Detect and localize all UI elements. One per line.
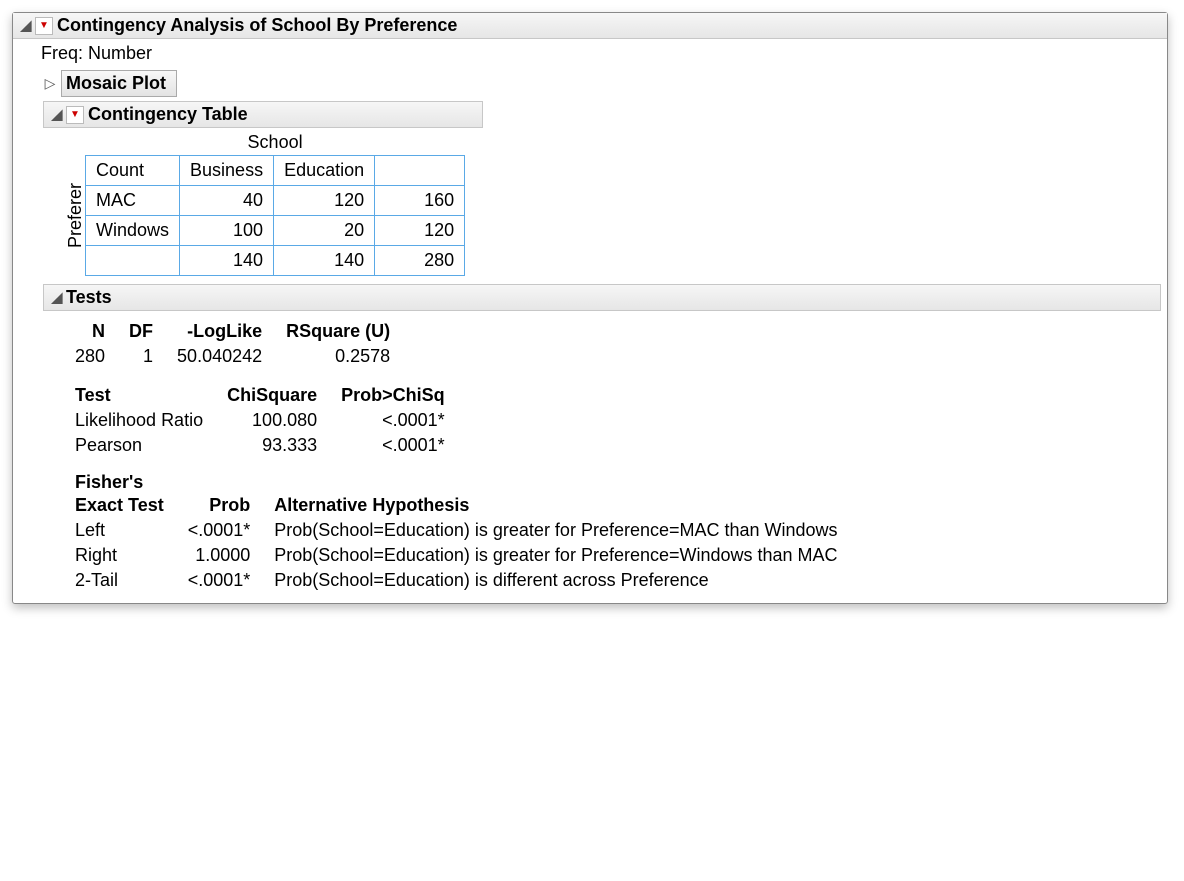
table-row: 2-Tail <.0001* Prob(School=Education) is… bbox=[63, 568, 850, 593]
fisher-header-test: Exact Test bbox=[63, 493, 176, 518]
t2-chisq: 93.333 bbox=[215, 433, 329, 458]
fisher-prob: <.0001* bbox=[176, 568, 263, 593]
fisher-prob: <.0001* bbox=[176, 518, 263, 543]
mosaic-plot-button[interactable]: Mosaic Plot bbox=[61, 70, 177, 97]
fisher-title: Fisher's bbox=[63, 472, 1161, 493]
col-header: Education bbox=[274, 156, 375, 186]
hotspot-menu-icon[interactable]: ▼ bbox=[66, 106, 84, 124]
t2-name: Likelihood Ratio bbox=[63, 408, 215, 433]
table-row: Right 1.0000 Prob(School=Education) is g… bbox=[63, 543, 850, 568]
disclosure-open-icon[interactable]: ◢ bbox=[19, 17, 33, 34]
row-total: 120 bbox=[375, 216, 465, 246]
col-header: Business bbox=[180, 156, 274, 186]
contingency-table: Count Business Education MAC 40 120 160 … bbox=[85, 155, 465, 276]
row-total: 160 bbox=[375, 186, 465, 216]
freq-label: Freq: Number bbox=[19, 39, 1161, 66]
tests-title: Tests bbox=[66, 287, 112, 308]
table-row: Likelihood Ratio 100.080 <.0001* bbox=[63, 408, 457, 433]
table-row: Left <.0001* Prob(School=Education) is g… bbox=[63, 518, 850, 543]
grand-total: 280 bbox=[375, 246, 465, 276]
table-row: Count Business Education bbox=[86, 156, 465, 186]
table-row: 140 140 280 bbox=[86, 246, 465, 276]
cell: 20 bbox=[274, 216, 375, 246]
table-row: Pearson 93.333 <.0001* bbox=[63, 433, 457, 458]
row-label: MAC bbox=[86, 186, 180, 216]
stat-df: 1 bbox=[117, 344, 165, 369]
contingency-table-title: Contingency Table bbox=[88, 104, 248, 125]
stat-header-df: DF bbox=[117, 319, 165, 344]
hotspot-menu-icon[interactable]: ▼ bbox=[35, 17, 53, 35]
fisher-name: Left bbox=[63, 518, 176, 543]
t2-prob: <.0001* bbox=[329, 408, 457, 433]
t2-chisq: 100.080 bbox=[215, 408, 329, 433]
row-label: Windows bbox=[86, 216, 180, 246]
row-var-label: Preferer bbox=[63, 183, 85, 248]
fisher-header-prob: Prob bbox=[176, 493, 263, 518]
disclosure-open-icon[interactable]: ◢ bbox=[50, 106, 64, 123]
disclosure-closed-icon[interactable]: ▷ bbox=[43, 75, 57, 92]
chisq-table: Test ChiSquare Prob>ChiSq Likelihood Rat… bbox=[63, 383, 457, 458]
t2-header-test: Test bbox=[63, 383, 215, 408]
contingency-table-block: School Preferer Count Business Education… bbox=[63, 132, 1161, 276]
mosaic-plot-label: Mosaic Plot bbox=[66, 73, 166, 94]
stat-rsq: 0.2578 bbox=[274, 344, 402, 369]
t2-name: Pearson bbox=[63, 433, 215, 458]
fisher-name: 2-Tail bbox=[63, 568, 176, 593]
main-title: Contingency Analysis of School By Prefer… bbox=[57, 15, 457, 36]
stat-loglike: 50.040242 bbox=[165, 344, 274, 369]
cell: 40 bbox=[180, 186, 274, 216]
fisher-alt: Prob(School=Education) is greater for Pr… bbox=[262, 518, 849, 543]
cell: 120 bbox=[274, 186, 375, 216]
table-row: MAC 40 120 160 bbox=[86, 186, 465, 216]
col-header-blank bbox=[375, 156, 465, 186]
stat-header-n: N bbox=[63, 319, 117, 344]
fit-stats-table: N DF -LogLike RSquare (U) 280 1 50.04024… bbox=[63, 319, 402, 369]
disclosure-open-icon[interactable]: ◢ bbox=[50, 289, 64, 306]
report-panel: ◢ ▼ Contingency Analysis of School By Pr… bbox=[12, 12, 1168, 604]
fisher-table: Exact Test Prob Alternative Hypothesis L… bbox=[63, 493, 850, 593]
stat-n: 280 bbox=[63, 344, 117, 369]
count-header: Count bbox=[86, 156, 180, 186]
tests-header[interactable]: ◢ Tests bbox=[43, 284, 1161, 311]
t2-header-prob: Prob>ChiSq bbox=[329, 383, 457, 408]
t2-header-chisq: ChiSquare bbox=[215, 383, 329, 408]
fisher-alt: Prob(School=Education) is different acro… bbox=[262, 568, 849, 593]
fisher-alt: Prob(School=Education) is greater for Pr… bbox=[262, 543, 849, 568]
t2-prob: <.0001* bbox=[329, 433, 457, 458]
col-var-label: School bbox=[85, 132, 465, 155]
cell: 100 bbox=[180, 216, 274, 246]
stat-header-loglike: -LogLike bbox=[165, 319, 274, 344]
stat-header-rsq: RSquare (U) bbox=[274, 319, 402, 344]
col-total: 140 bbox=[180, 246, 274, 276]
fisher-name: Right bbox=[63, 543, 176, 568]
row-label-blank bbox=[86, 246, 180, 276]
main-section-header[interactable]: ◢ ▼ Contingency Analysis of School By Pr… bbox=[13, 13, 1167, 39]
contingency-table-header[interactable]: ◢ ▼ Contingency Table bbox=[43, 101, 483, 128]
table-row: Windows 100 20 120 bbox=[86, 216, 465, 246]
fisher-header-alt: Alternative Hypothesis bbox=[262, 493, 849, 518]
col-total: 140 bbox=[274, 246, 375, 276]
tests-block: N DF -LogLike RSquare (U) 280 1 50.04024… bbox=[63, 319, 1161, 593]
fisher-prob: 1.0000 bbox=[176, 543, 263, 568]
